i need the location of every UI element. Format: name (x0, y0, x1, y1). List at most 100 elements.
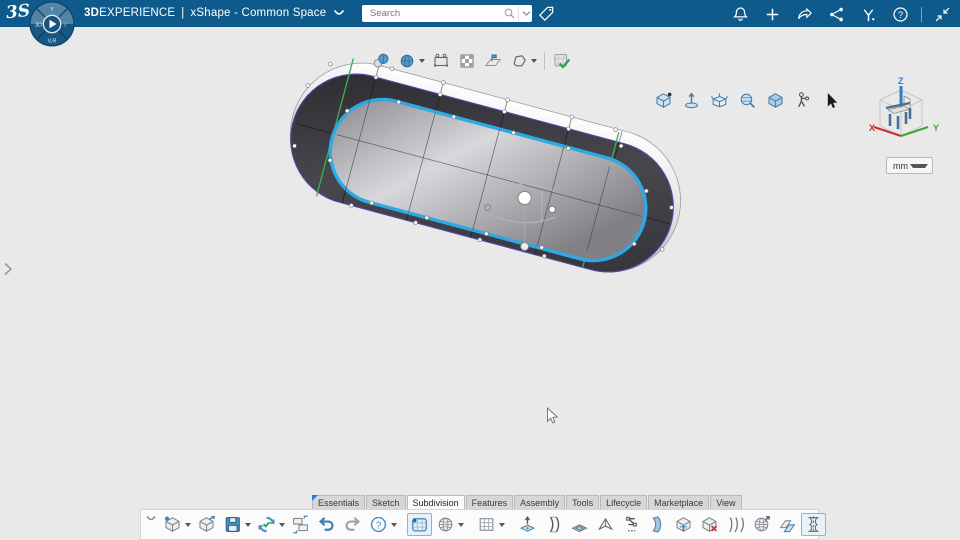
look-at-icon (681, 90, 702, 111)
x-axis-label: X (869, 123, 875, 133)
hide-show-plane-icon (483, 51, 503, 71)
deform-sphere-icon (751, 514, 772, 535)
svg-text:?: ? (376, 519, 382, 531)
swym-button[interactable] (857, 4, 880, 25)
inset-face-button[interactable] (567, 513, 592, 536)
sharp-crease-button[interactable] (593, 513, 618, 536)
tab-assembly[interactable]: Assembly (514, 495, 566, 509)
construction-grid-dropdown[interactable] (499, 522, 505, 527)
match-edges-icon (621, 514, 642, 535)
fly-walk-button[interactable] (791, 89, 816, 112)
thicken-surface-button[interactable] (645, 513, 670, 536)
symmetry-button[interactable] (801, 513, 826, 536)
new-content-button[interactable] (160, 513, 193, 536)
3d-viewport[interactable]: X Y Z mm Essentials Sketch Subdivision Feat… (0, 27, 960, 540)
primitives-button[interactable] (433, 513, 466, 536)
add-content-icon (763, 5, 782, 24)
help-button[interactable]: ? (889, 4, 912, 25)
tab-subdivision[interactable]: Subdivision (406, 495, 465, 509)
look-at-button[interactable] (679, 89, 704, 112)
fillet-edge-button[interactable] (671, 513, 696, 536)
add-content-button[interactable] (761, 4, 784, 25)
undo-button[interactable] (314, 513, 339, 536)
bend-surface-button[interactable] (541, 513, 566, 536)
new-content-dropdown[interactable] (185, 522, 191, 527)
workspace-chevron-down-icon[interactable] (334, 9, 345, 17)
brand-label: 3DEXPERIENCE (84, 7, 176, 19)
polygon-select-dropdown[interactable] (531, 59, 537, 63)
tab-marketplace[interactable]: Marketplace (648, 495, 710, 509)
construction-grid-button[interactable] (474, 513, 507, 536)
help-button[interactable]: ? (366, 513, 399, 536)
hide-show-plane-button[interactable] (481, 50, 505, 72)
deform-sphere-button[interactable] (749, 513, 774, 536)
3dexperience-compass[interactable]: ʏ 3D iˈ V,R (29, 1, 75, 47)
swap-window-icon (290, 514, 311, 535)
redo-button[interactable] (340, 513, 365, 536)
chair-avatar (885, 95, 912, 129)
display-mode-dropdown[interactable] (419, 59, 425, 63)
box-select-icon (431, 51, 451, 71)
update-dropdown[interactable] (279, 522, 285, 527)
redo-icon (342, 514, 363, 535)
zoom-area-button[interactable] (735, 89, 760, 112)
search-input[interactable] (362, 8, 502, 19)
units-select[interactable]: mm (886, 157, 933, 174)
view-toolbar (651, 89, 844, 112)
y-axis-label: Y (933, 123, 939, 133)
polygon-select-button[interactable] (507, 50, 539, 72)
primitives-dropdown[interactable] (458, 522, 464, 527)
tab-features[interactable]: Features (465, 495, 514, 509)
ok-validate-icon (552, 51, 572, 71)
update-button[interactable] (254, 513, 287, 536)
tab-lifecycle[interactable]: Lifecycle (600, 495, 648, 509)
save-icon (222, 514, 243, 535)
ok-validate-button[interactable] (550, 50, 574, 72)
search-icon[interactable] (502, 6, 518, 21)
tab-view[interactable]: View (710, 495, 742, 509)
pattern-select-button[interactable] (455, 50, 479, 72)
tab-sketch[interactable]: Sketch (366, 495, 406, 509)
display-mode-button[interactable] (395, 50, 427, 72)
display-control-points-button[interactable] (369, 50, 393, 72)
share-button[interactable] (793, 4, 816, 25)
help-icon: ? (891, 5, 910, 24)
workspace-switcher[interactable]: xShape - Common Space (190, 7, 326, 19)
tag-icon[interactable] (537, 4, 556, 23)
sweep-surface-button[interactable] (723, 513, 748, 536)
notifications-button[interactable] (729, 4, 752, 25)
help-dropdown[interactable] (391, 522, 397, 527)
collapse-window-icon (933, 5, 952, 24)
open-button[interactable] (194, 513, 219, 536)
robot-triad[interactable]: X Y Z (864, 74, 944, 158)
normal-view-button[interactable] (763, 89, 788, 112)
action-bar-dock: Essentials Sketch Subdivision Features Assem… (140, 495, 826, 540)
thicken-surface-icon (647, 514, 668, 535)
modification-button[interactable] (407, 513, 432, 536)
search-options-chevron-icon[interactable] (518, 6, 533, 21)
primitives-icon (435, 514, 456, 535)
update-icon (256, 514, 277, 535)
panel-expander-chevron-icon[interactable] (1, 261, 15, 277)
inset-face-icon (569, 514, 590, 535)
select-cursor-button[interactable] (819, 89, 844, 112)
tab-essentials[interactable]: Essentials (312, 495, 366, 509)
save-dropdown[interactable] (245, 522, 251, 527)
extrude-face-button[interactable] (515, 513, 540, 536)
multi-view-button[interactable] (707, 89, 732, 112)
match-edges-button[interactable] (619, 513, 644, 536)
multi-view-icon (709, 90, 730, 111)
network-button[interactable] (825, 4, 848, 25)
save-button[interactable] (220, 513, 253, 536)
sweep-surface-icon (725, 514, 746, 535)
remove-face-button[interactable] (697, 513, 722, 536)
center-tree-button[interactable] (651, 89, 676, 112)
swap-window-button[interactable] (288, 513, 313, 536)
box-select-button[interactable] (429, 50, 453, 72)
dock-collapse-chevron-icon[interactable] (145, 514, 157, 536)
swym-icon (859, 5, 878, 24)
tab-tools[interactable]: Tools (566, 495, 600, 509)
display-mode-icon (397, 51, 417, 71)
collapse-window-button[interactable] (931, 4, 954, 25)
offset-surface-button[interactable] (775, 513, 800, 536)
